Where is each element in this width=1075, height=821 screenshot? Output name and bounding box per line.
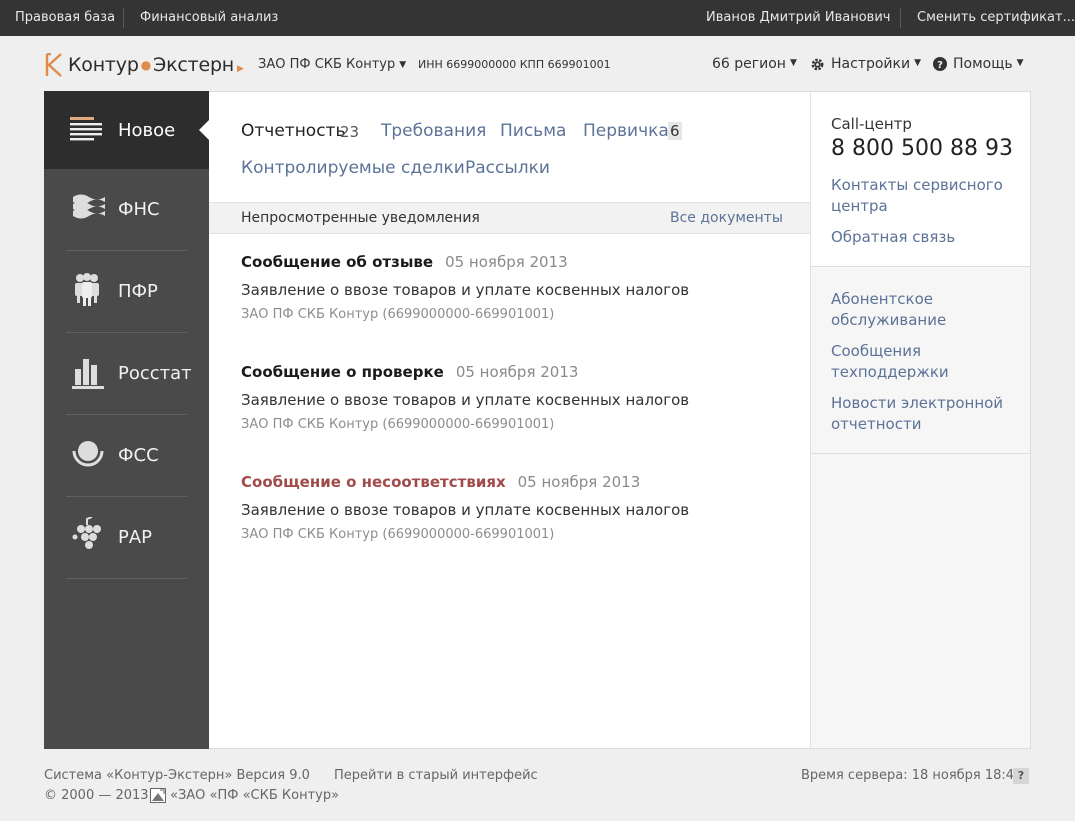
- notification-date: 05 ноября 2013: [517, 473, 641, 491]
- financial-analysis-link[interactable]: Финансовый анализ: [140, 10, 278, 25]
- notifications-title: Непросмотренные уведомления: [241, 210, 480, 226]
- tab-reporting[interactable]: Отчетность: [241, 121, 345, 141]
- sidebar-item-label: ФНС: [118, 199, 160, 220]
- tab-controlled-deals[interactable]: Контролируемые сделки: [241, 158, 465, 178]
- fns-flag-icon: [73, 194, 105, 219]
- logo-text: Контур ● Экстерн ▶: [68, 54, 244, 76]
- old-interface-link[interactable]: Перейти в старый интерфейс: [334, 768, 538, 783]
- subscriber-service-link[interactable]: Абонентское обслуживание: [831, 289, 946, 331]
- callcenter-phone: 8 800 500 88 93: [831, 136, 1013, 161]
- company-logo-icon: [150, 788, 166, 803]
- notification-date: 05 ноября 2013: [455, 363, 579, 381]
- topbar-divider: [900, 8, 901, 28]
- right-divider: [811, 453, 1030, 454]
- help-dropdown[interactable]: ? Помощь ▼: [933, 56, 1024, 72]
- rar-grapes-icon: [72, 517, 101, 549]
- tab-mailings[interactable]: Рассылки: [465, 158, 550, 178]
- change-certificate-link[interactable]: Сменить сертификат...: [917, 10, 1075, 25]
- question-circle-icon: ?: [933, 57, 947, 71]
- reporting-news-link[interactable]: Новости электронной отчетности: [831, 393, 1003, 435]
- support-messages-link[interactable]: Сообщения техподдержки: [831, 341, 949, 383]
- legal-base-link[interactable]: Правовая база: [15, 10, 115, 25]
- caret-down-icon: ▼: [1016, 58, 1024, 68]
- server-time: Время сервера: 18 ноября 18:48: [801, 768, 1023, 783]
- sidebar-item-rar[interactable]: РАР: [44, 497, 209, 579]
- sidebar-divider: [66, 578, 187, 579]
- settings-dropdown[interactable]: Настройки ▼: [810, 56, 921, 72]
- sidebar-item-fns[interactable]: ФНС: [44, 169, 209, 251]
- tab-letters[interactable]: Письма: [500, 121, 566, 141]
- caret-down-icon: ▼: [789, 58, 797, 68]
- copyright-years: © 2000 — 2013: [44, 788, 149, 803]
- inn-kpp-text: ИНН 6699000000 КПП 669901001: [418, 58, 611, 71]
- tab-primary[interactable]: Первичка: [583, 121, 669, 141]
- tab-primary-count: 6: [668, 122, 682, 140]
- sidebar-item-pfr[interactable]: ПФР: [44, 251, 209, 333]
- notification-org: ЗАО ПФ СКБ Контур (6699000000-669901001): [241, 417, 555, 432]
- sidebar-item-label: Росстат: [118, 363, 192, 384]
- notification-title[interactable]: Сообщение о проверке: [241, 363, 444, 381]
- sidebar-item-label: ПФР: [118, 281, 158, 302]
- all-documents-link[interactable]: Все документы: [670, 210, 783, 226]
- logo[interactable]: Контур ● Экстерн ▶: [44, 52, 244, 78]
- right-divider: [811, 266, 1030, 267]
- region-dropdown[interactable]: 66 регион ▼: [712, 56, 797, 72]
- header: Контур ● Экстерн ▶ ЗАО ПФ СКБ Контур ▼ ИНН 6…: [0, 36, 1075, 91]
- tab-reporting-count: 23: [340, 123, 360, 141]
- notification-subject: Заявление о ввозе товаров и уплате косве…: [241, 391, 690, 409]
- sidebar-item-rosstat[interactable]: Росстат: [44, 333, 209, 415]
- feedback-link[interactable]: Обратная связь: [831, 227, 955, 248]
- notification-org: ЗАО ПФ СКБ Контур (6699000000-669901001): [241, 307, 555, 322]
- top-bar: Правовая база Финансовый анализ Иванов Д…: [0, 0, 1075, 36]
- active-pointer: [199, 119, 210, 141]
- tab-requirements[interactable]: Требования: [381, 121, 486, 141]
- sidebar: Новое ФНС ПФР Росстат ФСС РАР: [44, 91, 210, 749]
- sidebar-item-label: РАР: [118, 527, 153, 548]
- notification-item[interactable]: Сообщение о несоответствиях 05 ноября 201…: [241, 473, 801, 542]
- copyright-org: «ЗАО «ПФ «СКБ Контур»: [170, 788, 340, 803]
- kontur-k-icon: [45, 53, 62, 77]
- gear-icon: [811, 58, 824, 70]
- notification-item[interactable]: Сообщение об отзыве 05 ноября 2013 Заявле…: [241, 253, 801, 322]
- pfr-people-icon: [75, 273, 99, 306]
- sidebar-item-fss[interactable]: ФСС: [44, 415, 209, 497]
- notification-item[interactable]: Сообщение о проверке 05 ноября 2013 Заявл…: [241, 363, 801, 432]
- callcenter-label: Call-центр: [831, 115, 912, 133]
- notification-date: 05 ноября 2013: [445, 253, 568, 271]
- notification-title[interactable]: Сообщение об отзыве: [241, 253, 433, 271]
- caret-down-icon: ▼: [914, 58, 921, 68]
- notification-title[interactable]: Сообщение о несоответствиях: [241, 473, 506, 491]
- svg-text:?: ?: [937, 60, 943, 71]
- organization-dropdown[interactable]: ЗАО ПФ СКБ Контур ▼: [258, 57, 406, 72]
- rosstat-chart-icon: [72, 359, 104, 389]
- user-name-link[interactable]: Иванов Дмитрий Иванович: [706, 10, 890, 25]
- sidebar-item-new[interactable]: Новое: [44, 91, 210, 169]
- topbar-divider: [123, 8, 124, 28]
- notification-subject: Заявление о ввозе товаров и уплате косве…: [241, 501, 690, 519]
- help-question-button[interactable]: ?: [1013, 768, 1029, 784]
- notification-subject: Заявление о ввозе товаров и уплате косве…: [241, 281, 690, 299]
- caret-down-icon: ▼: [399, 60, 407, 70]
- notification-org: ЗАО ПФ СКБ Контур (6699000000-669901001): [241, 527, 555, 542]
- service-contacts-link[interactable]: Контакты сервисного центра: [831, 175, 1003, 217]
- new-list-icon: [70, 117, 102, 141]
- fss-circle-icon: [72, 441, 104, 467]
- sidebar-item-label: ФСС: [118, 445, 159, 466]
- sidebar-item-label: Новое: [118, 120, 176, 141]
- system-version-text: Система «Контур-Экстерн» Версия 9.0: [44, 768, 310, 783]
